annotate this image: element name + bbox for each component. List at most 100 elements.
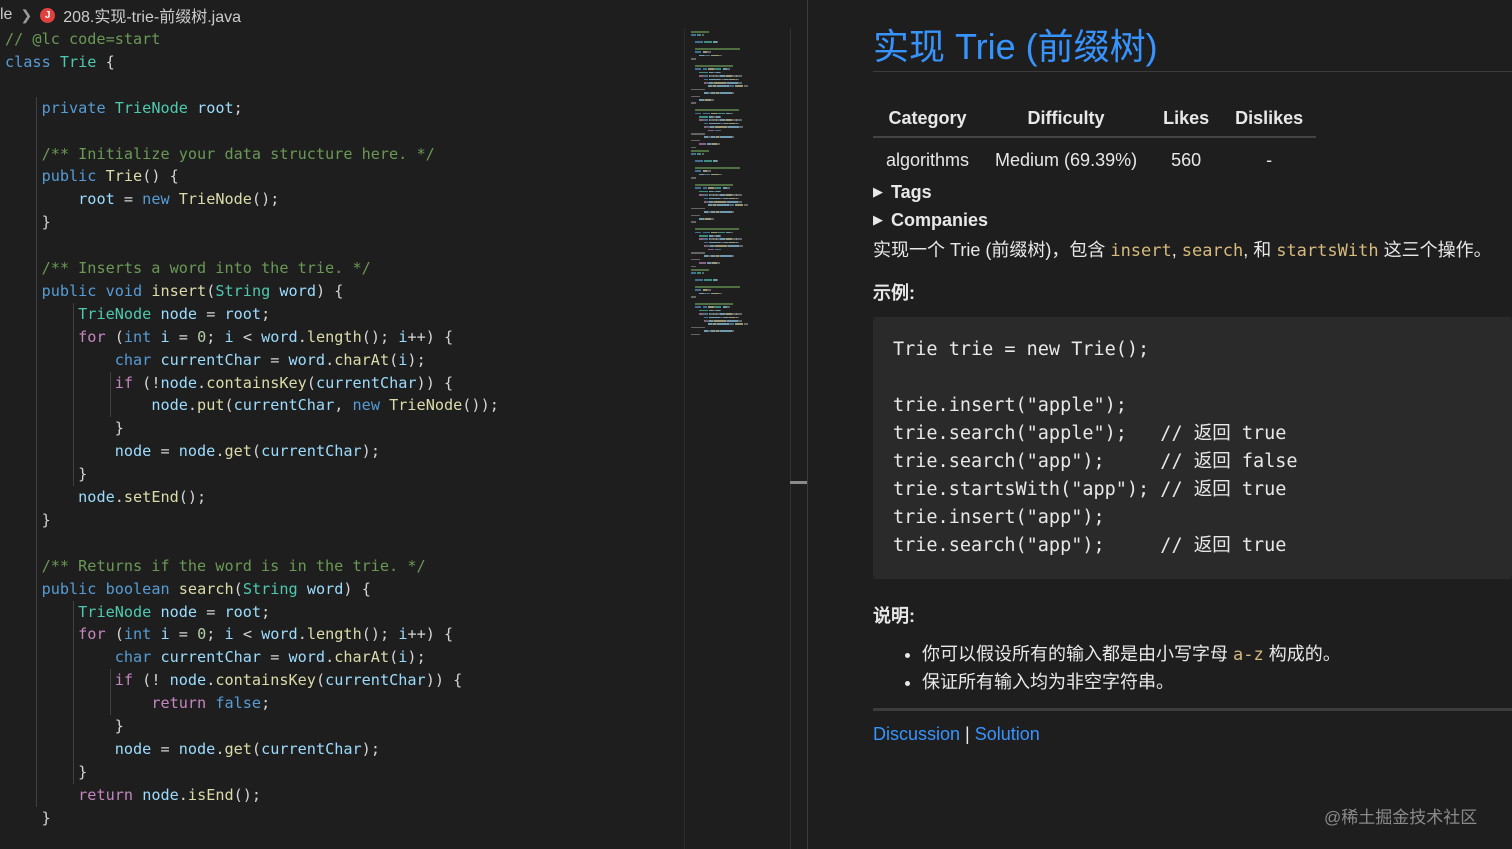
code-line[interactable]: TrieNode node = root; — [5, 601, 270, 624]
code-token: get — [224, 739, 252, 758]
code-token: = — [169, 625, 198, 644]
minimap-line — [718, 231, 725, 234]
code-line[interactable]: } — [5, 463, 87, 486]
code-token: i — [224, 327, 234, 346]
code-line[interactable]: public void insert(String word) { — [5, 280, 344, 303]
code-token: new — [352, 396, 380, 415]
breadcrumb-filename[interactable]: 208.实现-trie-前缀树.java — [63, 3, 241, 27]
code-line[interactable]: } — [5, 211, 51, 234]
example-code-line: trie.insert("app"); — [893, 507, 1105, 528]
minimap-line — [737, 119, 743, 121]
code-token: ); — [407, 648, 426, 667]
tags-toggle[interactable]: ▶ Tags — [873, 182, 932, 203]
code-line[interactable]: char currentChar = word.charAt(i); — [5, 349, 426, 372]
discussion-link[interactable]: Discussion — [873, 724, 960, 744]
code-token: . — [178, 785, 188, 804]
minimap-line — [695, 48, 741, 50]
minimap-line — [691, 326, 705, 329]
minimap-line — [737, 197, 740, 200]
minimap-line — [738, 201, 743, 203]
code-line[interactable]: /** Returns if the word is in the trie. … — [5, 555, 426, 578]
minimap-line — [702, 68, 707, 70]
scrollbar-thumb[interactable] — [790, 481, 807, 484]
code-token: char — [114, 648, 152, 667]
code-line[interactable]: } — [5, 509, 51, 532]
code-token: search — [178, 579, 234, 598]
code-line[interactable]: TrieNode node = root; — [5, 303, 270, 326]
breadcrumb-folder[interactable]: le — [0, 6, 12, 24]
indent-guide — [36, 96, 37, 807]
code-token: , — [334, 396, 353, 415]
minimap[interactable] — [684, 28, 791, 849]
code-token: node — [78, 488, 115, 506]
desc-prefix: 实现一个 Trie (前缀树)，包含 — [873, 240, 1111, 260]
code-token: ; — [233, 98, 243, 117]
code-line[interactable]: // @lc code=start — [5, 28, 160, 51]
editor-scrollbar[interactable] — [790, 28, 808, 849]
code-line[interactable]: /** Inserts a word into the trie. */ — [5, 257, 371, 280]
code-line[interactable]: class Trie { — [5, 51, 115, 74]
code-token: ( — [251, 442, 262, 461]
code-token: isEnd — [187, 785, 234, 804]
code-line[interactable]: public boolean search(String word) { — [5, 578, 371, 601]
code-line[interactable]: /** Initialize your data structure here.… — [5, 143, 435, 166]
minimap-line — [706, 292, 710, 295]
code-token: node — [114, 739, 152, 758]
code-line[interactable]: node.put(currentChar, new TrieNode()); — [5, 394, 499, 417]
code-line[interactable]: } — [5, 807, 51, 830]
code-token: 0 — [197, 327, 207, 346]
code-token: char — [114, 350, 152, 369]
minimap-line — [710, 54, 720, 57]
example-code-line: trie.search("apple"); // 返回 true — [893, 423, 1287, 444]
code-line[interactable]: char currentChar = word.charAt(i); — [5, 646, 426, 669]
code-token: . — [197, 373, 207, 392]
minimap-line — [706, 170, 711, 172]
code-token: ( — [233, 579, 243, 598]
code-token: containsKey — [206, 373, 307, 392]
code-token: ); — [407, 350, 426, 369]
code-line[interactable]: } — [5, 417, 124, 440]
code-line[interactable]: node = node.get(currentChar); — [5, 440, 380, 463]
minimap-line — [695, 279, 703, 281]
minimap-line — [703, 78, 708, 81]
code-line[interactable]: public Trie() { — [5, 165, 179, 188]
minimap-line — [731, 255, 735, 257]
minimap-line — [699, 190, 708, 193]
code-line[interactable]: } — [5, 761, 87, 784]
indent-guide — [73, 302, 74, 486]
minimap-line — [714, 82, 726, 84]
code-token: node — [178, 442, 216, 461]
code-editor[interactable]: // @lc code=start class Trie { private Tr… — [0, 28, 684, 849]
code-token: ( — [306, 373, 316, 392]
minimap-line — [695, 68, 702, 70]
code-token: setEnd — [123, 488, 179, 506]
minimap-line — [714, 320, 726, 322]
minimap-line — [720, 92, 732, 94]
solution-link[interactable]: Solution — [975, 724, 1040, 744]
code-line[interactable]: node = node.get(currentChar); — [5, 738, 380, 761]
code-line[interactable]: return false; — [5, 692, 270, 715]
companies-toggle[interactable]: ▶ Companies — [873, 210, 988, 231]
minimap-line — [706, 173, 710, 176]
cell-category: algorithms — [886, 149, 970, 170]
code-line[interactable]: return node.isEnd(); — [5, 784, 261, 807]
minimap-line — [710, 173, 720, 176]
minimap-line — [695, 41, 703, 43]
minimap-line — [726, 187, 730, 189]
code-a-z: a-z — [1233, 645, 1264, 665]
minimap-line — [699, 143, 706, 145]
minimap-line — [727, 126, 740, 128]
code-token: )) { — [425, 671, 463, 690]
minimap-line — [720, 136, 732, 138]
code-line[interactable]: root = new TrieNode(); — [5, 188, 279, 211]
code-line[interactable]: } — [5, 715, 124, 738]
code-line[interactable]: private TrieNode root; — [5, 97, 243, 120]
code-token: word — [288, 350, 326, 369]
code-token: ( — [389, 648, 399, 667]
code-token: public — [41, 281, 97, 300]
